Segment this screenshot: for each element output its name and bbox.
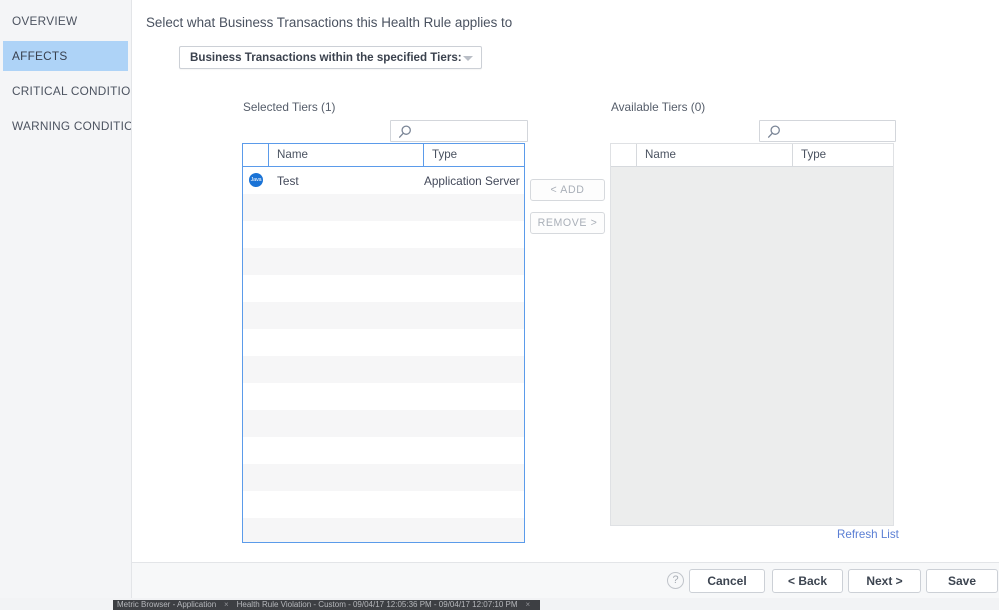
selected-tiers-title: Selected Tiers (1) (243, 100, 336, 114)
available-tiers-table: Name Type (610, 143, 894, 526)
browser-taskbar-strip: Metric Browser - Application × Health Ru… (0, 598, 999, 610)
taskbar-tab-label[interactable]: Health Rule Violation - Custom - 09/04/1… (237, 600, 518, 610)
column-header-icon[interactable] (611, 144, 637, 166)
refresh-list-link[interactable]: Refresh List (837, 528, 899, 541)
sidebar-item-overview[interactable]: OVERVIEW (0, 6, 131, 36)
wizard-footer: ? Cancel < Back Next > Save (131, 562, 999, 598)
available-tiers-search[interactable] (759, 120, 896, 142)
java-icon: Java (249, 173, 263, 188)
column-header-name[interactable]: Name (269, 144, 424, 166)
table-row[interactable] (243, 221, 524, 248)
table-row[interactable] (243, 437, 524, 464)
column-header-type[interactable]: Type (424, 144, 524, 166)
row-name-cell: Test (277, 173, 299, 188)
wizard-sidebar: OVERVIEW AFFECTS CRITICAL CONDITION WARN… (0, 0, 142, 598)
sidebar-item-label: CRITICAL CONDITION (12, 84, 140, 98)
add-button[interactable]: < ADD (530, 179, 605, 201)
table-header-row: Name Type (611, 144, 893, 167)
sidebar-item-warning-condition[interactable]: WARNING CONDITION (0, 111, 142, 141)
table-row[interactable] (243, 329, 524, 356)
chevron-down-icon (463, 56, 473, 61)
taskbar-tab-label[interactable]: Metric Browser - Application (117, 600, 216, 610)
selected-tiers-search[interactable] (390, 120, 528, 142)
page-title: Select what Business Transactions this H… (146, 15, 513, 30)
java-icon-label: Java (250, 177, 262, 184)
close-icon[interactable]: × (218, 600, 234, 610)
back-button[interactable]: < Back (772, 569, 843, 593)
next-button[interactable]: Next > (848, 569, 921, 593)
sidebar-item-label: WARNING CONDITION (12, 119, 143, 133)
scope-dropdown[interactable]: Business Transactions within the specifi… (179, 46, 482, 69)
table-row[interactable] (243, 275, 524, 302)
table-header-row: Name Type (243, 144, 524, 167)
remove-button[interactable]: REMOVE > (530, 212, 605, 234)
health-rule-wizard: OVERVIEW AFFECTS CRITICAL CONDITION WARN… (0, 0, 999, 610)
search-icon (767, 125, 780, 138)
table-row[interactable] (243, 248, 524, 275)
table-row[interactable] (243, 356, 524, 383)
table-row[interactable] (243, 464, 524, 491)
table-row[interactable] (243, 302, 524, 329)
selected-tiers-search-input[interactable] (415, 121, 523, 141)
save-button[interactable]: Save (926, 569, 998, 593)
row-icon-cell: Java (243, 172, 269, 190)
question-circle-icon[interactable]: ? (667, 572, 684, 589)
sidebar-item-label: AFFECTS (12, 49, 68, 63)
wizard-content-panel: Select what Business Transactions this H… (131, 0, 999, 562)
table-row[interactable] (243, 194, 524, 221)
sidebar-item-label: OVERVIEW (12, 14, 78, 28)
available-tiers-search-input[interactable] (784, 121, 891, 141)
scope-dropdown-value: Business Transactions within the specifi… (190, 51, 462, 64)
table-row[interactable]: Java Test Application Server (243, 167, 524, 194)
column-header-type[interactable]: Type (793, 144, 893, 166)
close-icon[interactable]: × (520, 600, 536, 610)
column-header-icon[interactable] (243, 144, 269, 166)
table-row[interactable] (243, 518, 524, 542)
selected-tiers-table: Name Type Java Test Application Server (242, 143, 525, 543)
taskbar-tabs[interactable]: Metric Browser - Application × Health Ru… (113, 600, 540, 610)
table-body: Java Test Application Server (243, 167, 524, 542)
table-row[interactable] (243, 491, 524, 518)
available-tiers-title: Available Tiers (0) (611, 100, 706, 114)
row-type-cell: Application Server (424, 173, 520, 188)
sidebar-item-critical-condition[interactable]: CRITICAL CONDITION (0, 76, 139, 106)
table-body-empty (611, 167, 893, 525)
column-header-name[interactable]: Name (637, 144, 793, 166)
table-row[interactable] (243, 410, 524, 437)
table-row[interactable] (243, 383, 524, 410)
cancel-button[interactable]: Cancel (689, 569, 765, 593)
search-icon (398, 125, 411, 138)
sidebar-item-affects[interactable]: AFFECTS (3, 41, 128, 71)
